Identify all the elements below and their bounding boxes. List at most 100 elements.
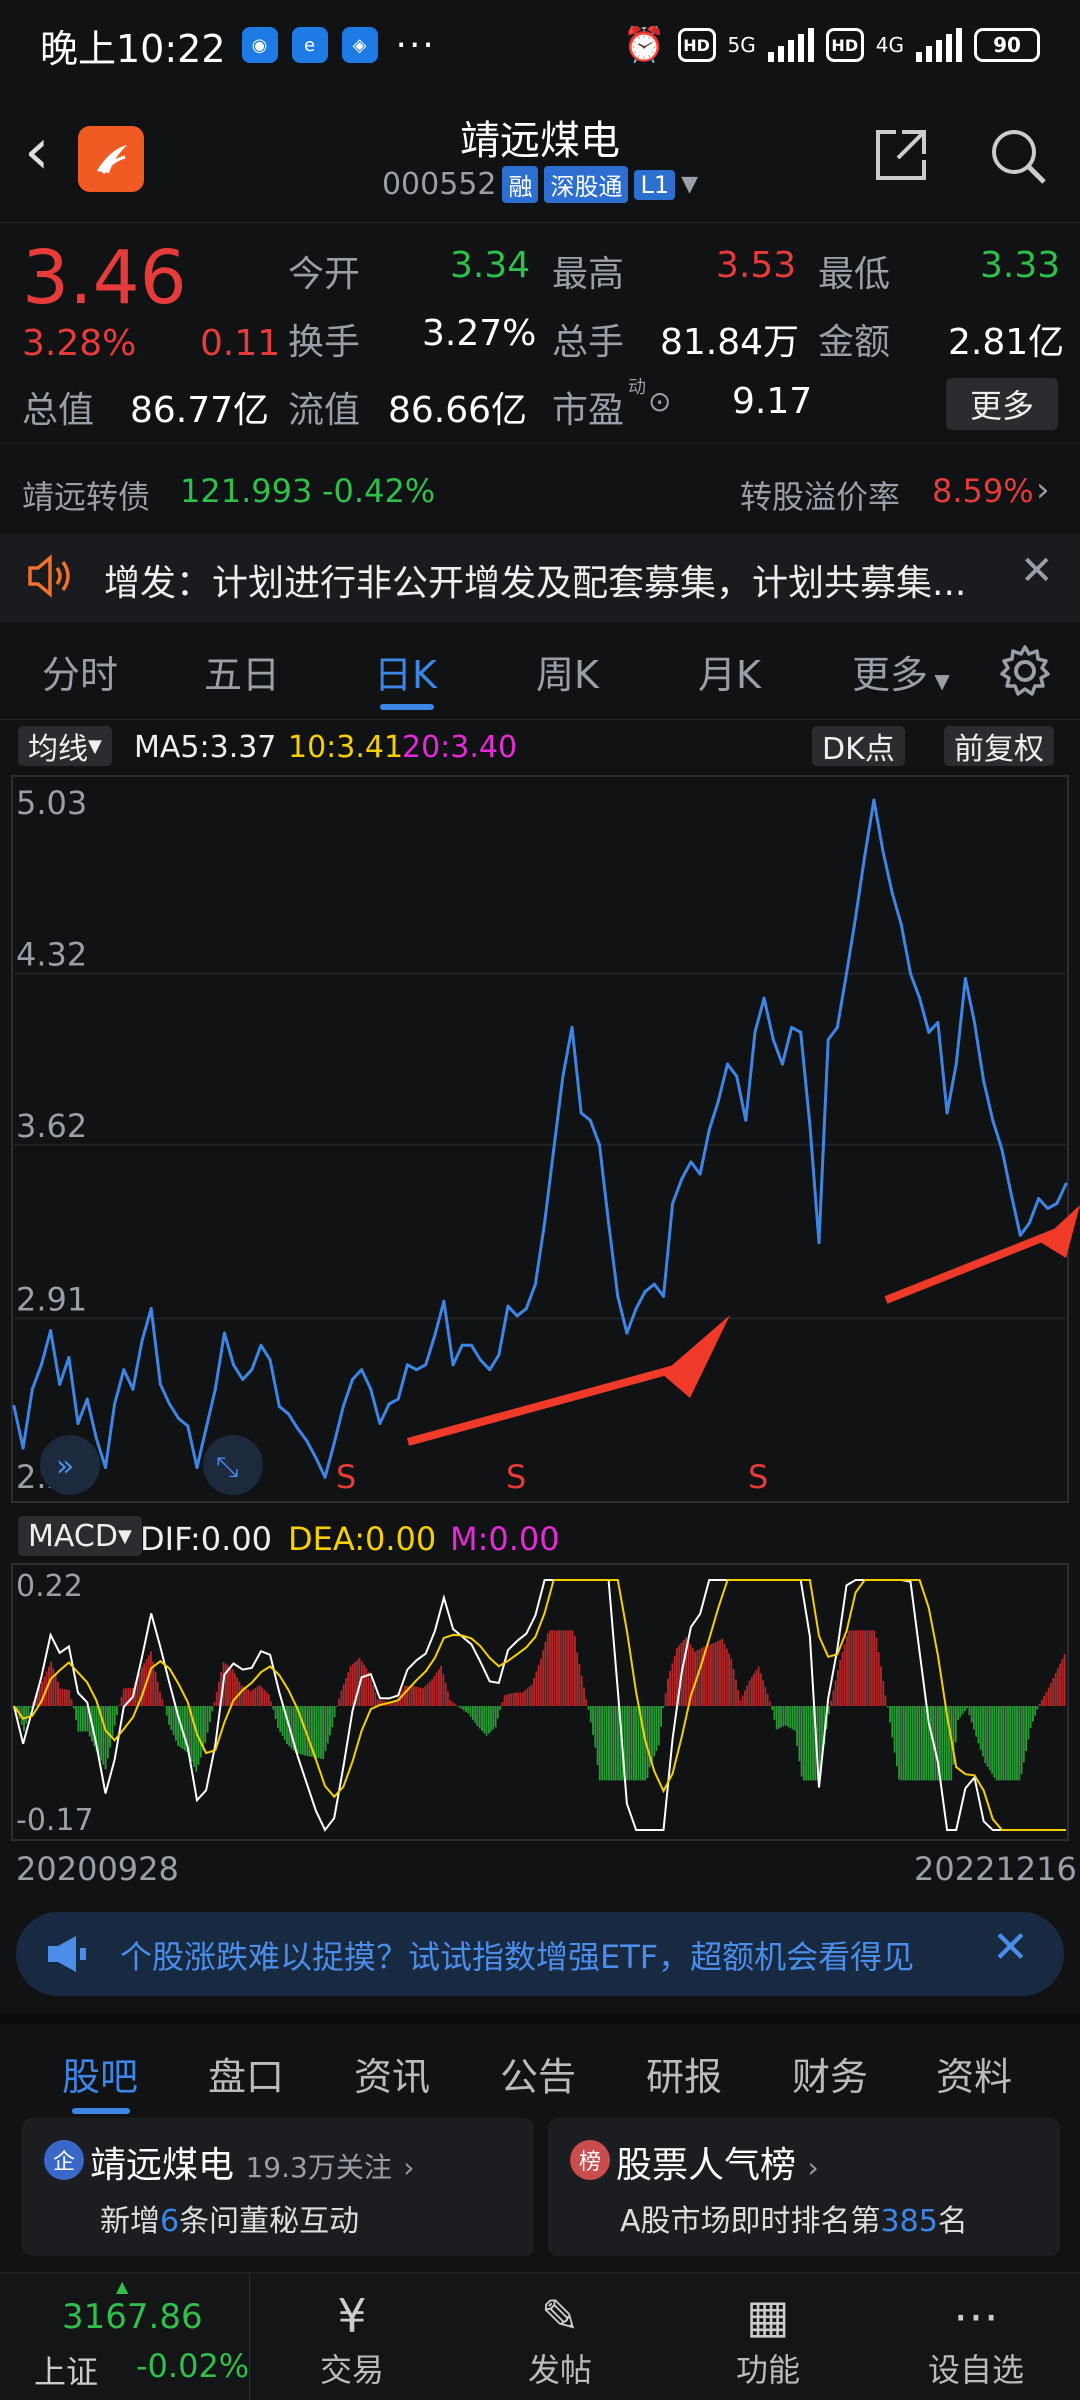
tab-news[interactable]: 资讯 [354, 2046, 430, 2101]
macd-bar [886, 1706, 889, 1708]
tab-daily-k[interactable]: 日K [374, 644, 437, 699]
macd-bar [120, 1696, 123, 1706]
level-dropdown-icon[interactable]: ▼ [681, 172, 698, 197]
announcement-bar[interactable]: 增发：计划进行非公开增发及配套募集，计划共募集... ✕ [0, 534, 1080, 622]
macd-bar [637, 1706, 640, 1781]
company-forum-card[interactable]: 企 靖远煤电 19.3万关注 › 新增6条问董秘互动 [22, 2118, 534, 2256]
macd-bar [995, 1706, 998, 1781]
macd-bar [326, 1706, 329, 1744]
price-point [735, 1074, 739, 1078]
macd-bar [555, 1630, 558, 1706]
pe-dynamic-note: 动 [628, 377, 646, 398]
percent-change: 3.28% [22, 323, 137, 364]
macd-bar [487, 1706, 490, 1734]
macd-bar [710, 1644, 712, 1706]
close-icon[interactable]: ✕ [992, 1922, 1029, 1973]
macd-bar [930, 1706, 932, 1781]
tab-forum[interactable]: 股吧 [62, 2046, 138, 2101]
price-point [799, 1030, 803, 1034]
macd-bar [172, 1706, 175, 1736]
macd-bar [589, 1706, 592, 1723]
index-widget[interactable]: ▲ 3167.86 上证 -0.02% [0, 2273, 250, 2400]
convertible-bond-row[interactable]: 靖远转债 121.993 -0.42% 转股溢价率 8.59% › [0, 443, 1080, 543]
macd-selector[interactable]: MACD ▼ [18, 1516, 142, 1556]
macd-bar [433, 1675, 436, 1706]
price-chart[interactable]: 5.034.323.622.912.20 SSS » ⤡ [0, 770, 1080, 1510]
tab-five-day[interactable]: 五日 [204, 644, 280, 699]
price-point [177, 1417, 181, 1421]
tab-more[interactable]: 更多 ▼ [852, 644, 950, 699]
macd-chart[interactable]: 0.22 -0.17 [0, 1560, 1080, 1846]
macd-bar [857, 1630, 860, 1706]
more-quote-button[interactable]: 更多 [946, 378, 1058, 430]
macd-bar [249, 1691, 252, 1706]
popularity-rank-card[interactable]: 榜 股票人气榜 › A股市场即时排名第385名 [548, 2118, 1060, 2256]
price-point [488, 1368, 492, 1372]
price-point [1037, 1197, 1041, 1201]
yen-circle-icon: ¥ [337, 2289, 367, 2343]
price-point [982, 1079, 986, 1083]
macd-bar [102, 1706, 105, 1765]
price-point [30, 1387, 34, 1391]
annotation-arrow-2 [884, 1226, 1064, 1304]
macd-bar [472, 1706, 474, 1720]
macd-bar [485, 1706, 488, 1736]
price-line [12, 798, 1068, 1479]
gear-icon[interactable] [998, 644, 1052, 702]
chart-overlay-buttons: » ⤡ [40, 1435, 263, 1495]
macd-bar [506, 1694, 508, 1706]
tab-financials[interactable]: 财务 [792, 2046, 868, 2101]
tab-intraday[interactable]: 分时 [42, 644, 118, 699]
price-point [341, 1404, 345, 1408]
share-icon[interactable] [872, 126, 930, 188]
macd-bar [265, 1692, 268, 1706]
macd-bar [601, 1706, 603, 1781]
tab-monthly-k[interactable]: 月K [698, 644, 761, 699]
macd-bar [567, 1630, 569, 1706]
price-point [415, 1368, 418, 1372]
macd-bar [759, 1673, 762, 1706]
macd-bar [687, 1641, 690, 1706]
macd-bar [542, 1650, 545, 1706]
chart-frame [11, 775, 1069, 1503]
macd-bar [61, 1688, 64, 1706]
pe-info-icon[interactable]: ⊙ [648, 385, 671, 418]
price-point [570, 1025, 574, 1029]
tab-weekly-k[interactable]: 周K [536, 644, 599, 699]
amount-value: 2.81亿 [948, 322, 1065, 363]
tab-announcements[interactable]: 公告 [500, 2046, 576, 2101]
tab-research[interactable]: 研报 [646, 2046, 722, 2101]
nav-post[interactable]: ✎ 发帖 [480, 2287, 640, 2391]
ma-selector[interactable]: 均线 ▼ [18, 726, 112, 767]
macd-bar [964, 1706, 966, 1712]
macd-bar [467, 1706, 470, 1714]
macd-bar [871, 1630, 873, 1706]
card-sub-a: 新增 [100, 2204, 160, 2239]
nav-add-watchlist[interactable]: ⋯ 设自选 [896, 2287, 1056, 2391]
macd-bar [848, 1630, 851, 1706]
tab-order-book[interactable]: 盘口 [208, 2046, 284, 2101]
macd-bar [900, 1706, 903, 1781]
macd-bar [914, 1706, 916, 1781]
macd-bar [499, 1706, 501, 1710]
close-icon[interactable]: ✕ [1020, 548, 1054, 594]
nav-trade[interactable]: ¥ 交易 [272, 2287, 432, 2391]
price-point [424, 1363, 428, 1367]
price-point [726, 1062, 729, 1066]
macd-bar [1050, 1682, 1052, 1706]
price-point [387, 1402, 391, 1406]
macd-bar [748, 1680, 751, 1706]
price-point [918, 996, 922, 1000]
price-point [104, 1466, 107, 1469]
macd-bar [907, 1706, 910, 1781]
network-5g: 5G [727, 33, 756, 57]
adjust-price-button[interactable]: 前复权 [944, 726, 1054, 767]
tab-profile[interactable]: 资料 [936, 2046, 1012, 2101]
macd-bar [428, 1681, 431, 1706]
etf-promo-banner[interactable]: 个股涨跌难以捉摸？试试指数增强ETF，超额机会看得见 ✕ [16, 1912, 1064, 1996]
level-tag[interactable]: L1 [634, 169, 676, 200]
index-pct: -0.02% [136, 2347, 250, 2385]
search-icon[interactable] [988, 126, 1048, 190]
nav-functions[interactable]: ▦ 功能 [688, 2287, 848, 2391]
dk-points-button[interactable]: DK点 [812, 726, 905, 767]
